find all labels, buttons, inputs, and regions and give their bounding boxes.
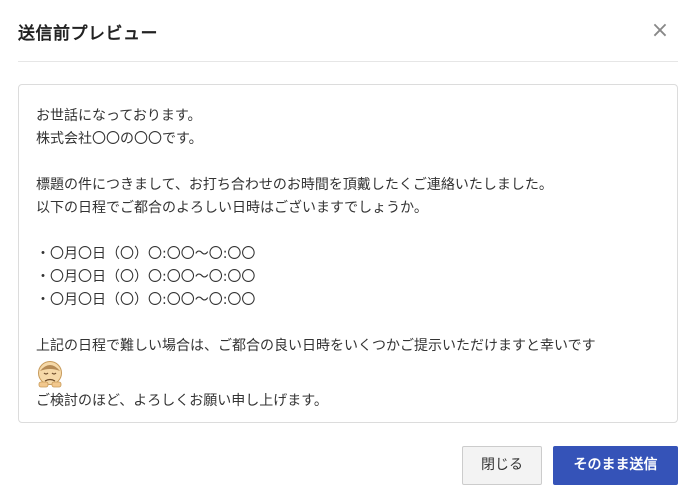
message-line: ・〇月〇日（〇）〇:〇〇〜〇:〇〇 xyxy=(36,292,256,308)
message-line: ご検討のほど、よろしくお願い申し上げます。 xyxy=(36,393,328,409)
bowing-face-emoji-icon xyxy=(38,361,62,388)
dialog-title: 送信前プレビュー xyxy=(18,24,158,44)
send-as-is-button[interactable]: そのまま送信 xyxy=(553,446,678,485)
message-line: 標題の件につきまして、お打ち合わせのお時間を頂戴したくご連絡いたしました。 xyxy=(36,177,553,193)
message-line: 以下の日程でご都合のよろしい日時はございますでしょうか。 xyxy=(36,200,428,216)
close-button[interactable]: 閉じる xyxy=(462,446,542,485)
message-line: ・〇月〇日（〇）〇:〇〇〜〇:〇〇 xyxy=(36,269,256,285)
message-line xyxy=(36,312,666,335)
message-line: 株式会社〇〇の〇〇です。 xyxy=(36,131,203,147)
message-preview: お世話になっております。 株式会社〇〇の〇〇です。 標題の件につきまして、お打ち… xyxy=(18,84,678,423)
message-line: 上記の日程で難しい場合は、ご都合の良い日時をいくつかご提示いただけますと幸いです xyxy=(36,338,596,354)
message-line xyxy=(36,220,666,243)
message-line xyxy=(36,151,666,174)
preview-dialog: 送信前プレビュー × お世話になっております。 株式会社〇〇の〇〇です。 標題の… xyxy=(0,0,692,498)
message-line: ・〇月〇日（〇）〇:〇〇〜〇:〇〇 xyxy=(36,246,256,262)
emoji-line xyxy=(36,358,666,390)
message-body: お世話になっております。 株式会社〇〇の〇〇です。 標題の件につきまして、お打ち… xyxy=(36,105,666,413)
message-line: お世話になっております。 xyxy=(36,108,202,124)
dialog-header: 送信前プレビュー × xyxy=(18,0,678,62)
close-icon[interactable]: × xyxy=(650,20,670,42)
